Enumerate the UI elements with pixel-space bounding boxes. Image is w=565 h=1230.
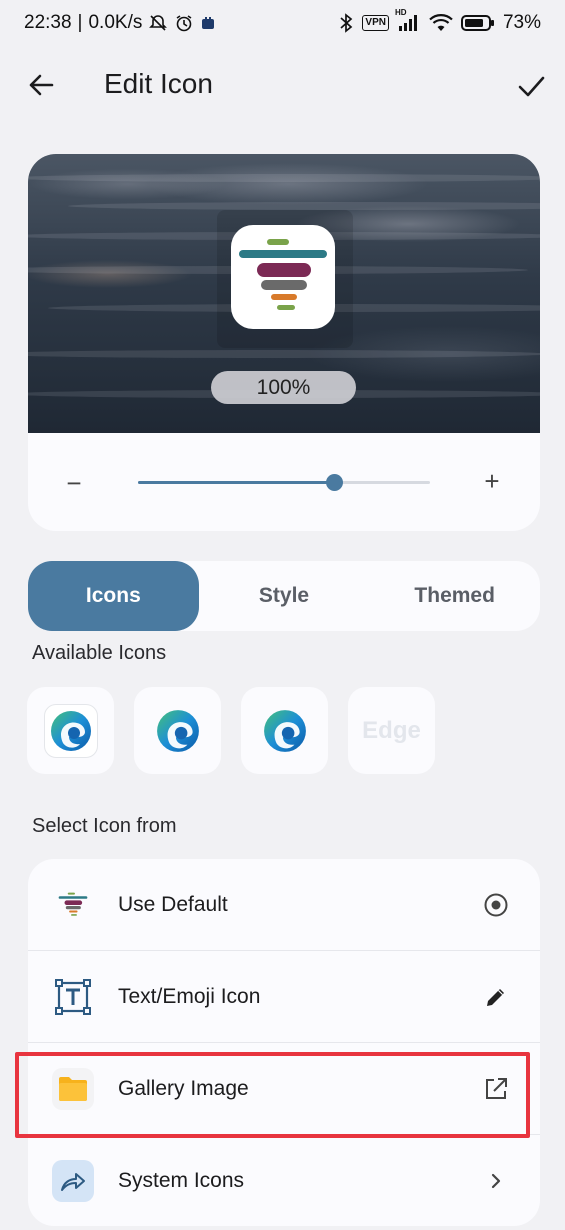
arrow-left-icon[interactable]: [24, 68, 58, 102]
list-item-text-emoji[interactable]: Text/Emoji Icon: [28, 951, 540, 1043]
list-item-label: Text/Emoji Icon: [118, 985, 261, 1008]
bluetooth-icon: [338, 13, 354, 33]
select-icon-from-heading: Select Icon from: [32, 815, 177, 837]
tab-style[interactable]: Style: [199, 561, 370, 631]
available-icon-option[interactable]: [27, 687, 114, 774]
status-time: 22:38: [24, 12, 72, 33]
battery-percent: 73%: [502, 12, 541, 33]
minus-icon[interactable]: −: [60, 468, 88, 498]
network-speed: 0.0K/s: [88, 12, 143, 33]
list-item-system-icons[interactable]: System Icons: [28, 1135, 540, 1226]
plus-icon[interactable]: +: [478, 466, 506, 496]
list-item-gallery-image[interactable]: Gallery Image: [28, 1043, 540, 1135]
available-icon-option[interactable]: Edge: [348, 687, 435, 774]
app-default-icon: [52, 884, 94, 926]
vpn-badge: VPN: [362, 15, 389, 31]
folder-icon: [52, 1068, 94, 1110]
radio-selected-icon[interactable]: [482, 891, 510, 919]
available-icon-option[interactable]: [241, 687, 328, 774]
edge-icon: [155, 708, 201, 754]
edge-text-icon: Edge: [362, 716, 421, 744]
wifi-icon: [429, 14, 453, 32]
check-icon[interactable]: [513, 68, 549, 104]
bell-off-icon: [148, 13, 168, 33]
list-item-label: Gallery Image: [118, 1077, 249, 1100]
app-bar: Edit Icon: [0, 56, 565, 116]
tab-bar: Icons Style Themed: [28, 561, 540, 631]
list-item-label: System Icons: [118, 1169, 245, 1192]
share-arrow-icon: [52, 1160, 94, 1202]
slider-thumb[interactable]: [325, 474, 343, 491]
tab-themed[interactable]: Themed: [369, 561, 540, 631]
tab-icons[interactable]: Icons: [28, 561, 199, 631]
icon-preview-card: 100% − +: [28, 154, 540, 531]
battery-icon: [460, 14, 495, 32]
list-item-label: Use Default: [118, 893, 228, 916]
status-bar: 22:38 | 0.0K/s VPN HD 73%: [24, 8, 541, 33]
icon-source-list: Use Default Text/Emoji Icon Gallery Imag…: [28, 859, 540, 1226]
edge-icon: [262, 708, 308, 754]
page-title: Edit Icon: [104, 68, 213, 99]
alarm-clock-icon: [174, 13, 194, 33]
open-external-icon[interactable]: [482, 1075, 510, 1103]
available-icon-option[interactable]: [134, 687, 221, 774]
hd-label: HD: [394, 8, 407, 17]
list-item-use-default[interactable]: Use Default: [28, 859, 540, 951]
edge-icon: [43, 703, 98, 758]
app-default-icon: [231, 225, 335, 329]
size-slider[interactable]: [138, 474, 430, 491]
pencil-icon[interactable]: [482, 983, 510, 1011]
zoom-level-badge: 100%: [211, 371, 356, 404]
chevron-right-icon[interactable]: [482, 1167, 510, 1195]
app-notification-icon: [200, 15, 216, 31]
slider-fill: [138, 481, 334, 484]
size-slider-row: − +: [28, 433, 540, 531]
cellular-signal-icon: HD: [395, 8, 421, 32]
available-icons-heading: Available Icons: [32, 642, 167, 664]
text-box-icon: [52, 976, 94, 1018]
